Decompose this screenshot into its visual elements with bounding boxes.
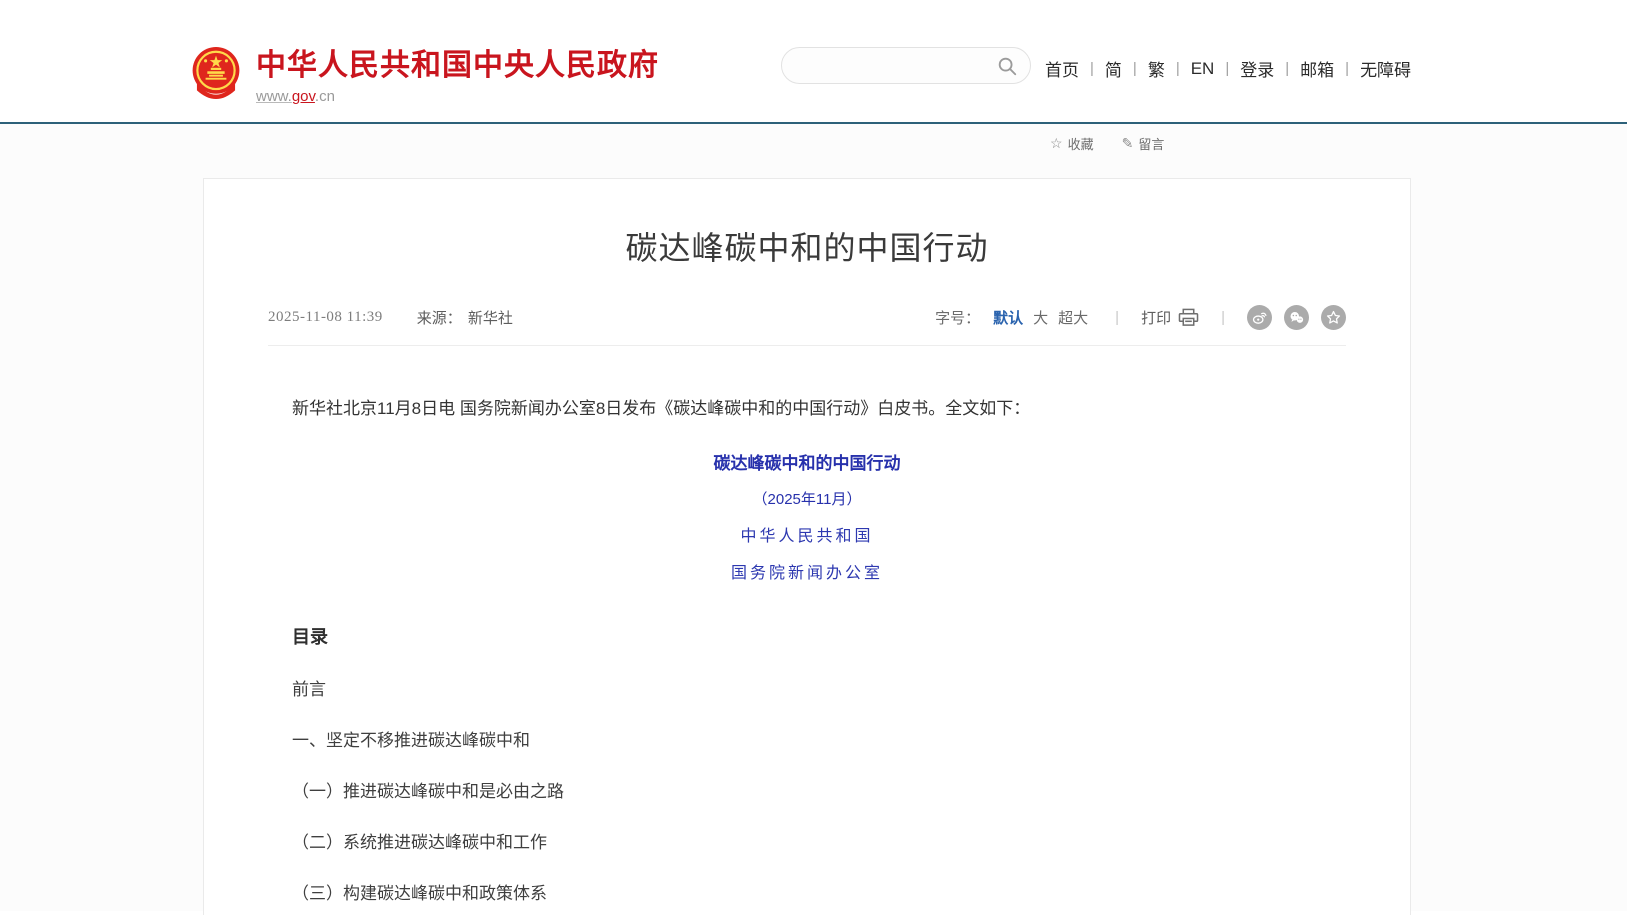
quick-links: ☆ 收藏 ✎ 留言 [1050, 134, 1164, 153]
nav-separator: | [1090, 60, 1094, 77]
toc-item-1: 一、坚定不移推进碳达峰碳中和 [292, 726, 1322, 751]
lead-paragraph: 新华社北京11月8日电 国务院新闻办公室8日发布《碳达峰碳中和的中国行动》白皮书… [292, 396, 1322, 422]
star-outline-icon: ☆ [1050, 135, 1063, 152]
nav-simplified[interactable]: 简 [1105, 56, 1122, 81]
favorite-label: 收藏 [1068, 134, 1094, 153]
meta-right: 字号： 默认 大 超大 | 打印 | [935, 305, 1346, 330]
comment-label: 留言 [1138, 134, 1164, 153]
article-meta-row: 2025-11-08 11:39 来源： 新华社 字号： 默认 大 超大 | 打… [268, 305, 1346, 346]
source-label: 来源： [417, 307, 462, 328]
document-date: （2025年11月） [292, 488, 1322, 509]
national-emblem-icon [190, 45, 242, 101]
publish-date: 2025-11-08 11:39 [268, 309, 383, 326]
meta-separator: | [1221, 309, 1225, 326]
top-nav: 首页 | 简 | 繁 | EN | 登录 | 邮箱 | 无障碍 [1045, 56, 1411, 81]
font-size-default[interactable]: 默认 [993, 307, 1023, 328]
font-size-xlarge[interactable]: 超大 [1058, 307, 1088, 328]
site-title: 中华人民共和国中央人民政府 [256, 40, 659, 84]
wechat-share-icon[interactable] [1284, 305, 1309, 330]
star-share-icon[interactable] [1321, 305, 1346, 330]
search-input[interactable] [771, 48, 996, 83]
share-group [1247, 305, 1346, 330]
article-container: 碳达峰碳中和的中国行动 2025-11-08 11:39 来源： 新华社 字号：… [203, 178, 1411, 915]
document-org-line2: 国务院新闻办公室 [292, 559, 1322, 583]
document-title: 碳达峰碳中和的中国行动 [292, 449, 1322, 474]
search-icon[interactable] [996, 55, 1018, 77]
toc-item-1-3: （三）构建碳达峰碳中和政策体系 [292, 879, 1322, 904]
search-box [781, 47, 1031, 84]
nav-mail[interactable]: 邮箱 [1300, 56, 1334, 81]
toc-item-1-1: （一）推进碳达峰碳中和是必由之路 [292, 777, 1322, 802]
nav-separator: | [1176, 60, 1180, 77]
nav-home[interactable]: 首页 [1045, 56, 1079, 81]
nav-english[interactable]: EN [1191, 59, 1215, 79]
nav-separator: | [1133, 60, 1137, 77]
font-size-large[interactable]: 大 [1033, 307, 1048, 328]
printer-icon [1178, 308, 1199, 327]
nav-accessibility[interactable]: 无障碍 [1360, 56, 1411, 81]
page-body: ☆ 收藏 ✎ 留言 碳达峰碳中和的中国行动 2025-11-08 11:39 来… [0, 124, 1627, 911]
favorite-button[interactable]: ☆ 收藏 [1050, 134, 1094, 153]
toc-heading: 目录 [292, 623, 1322, 649]
site-logo[interactable]: 中华人民共和国中央人民政府 www.gov.cn [190, 40, 659, 105]
nav-login[interactable]: 登录 [1240, 56, 1274, 81]
article-title: 碳达峰碳中和的中国行动 [204, 223, 1410, 269]
nav-separator: | [1285, 60, 1289, 77]
brand-text: 中华人民共和国中央人民政府 www.gov.cn [256, 40, 659, 105]
site-header: 中华人民共和国中央人民政府 www.gov.cn 首页 | 简 | 繁 | EN… [0, 0, 1627, 122]
comment-button[interactable]: ✎ 留言 [1122, 134, 1165, 153]
meta-left: 2025-11-08 11:39 来源： 新华社 [268, 307, 513, 328]
source-value[interactable]: 新华社 [468, 307, 513, 328]
pen-icon: ✎ [1122, 135, 1134, 152]
meta-separator: | [1115, 309, 1119, 326]
nav-separator: | [1345, 60, 1349, 77]
print-label: 打印 [1141, 307, 1171, 328]
nav-separator: | [1225, 60, 1229, 77]
article-body: 新华社北京11月8日电 国务院新闻办公室8日发布《碳达峰碳中和的中国行动》白皮书… [204, 396, 1410, 915]
site-url[interactable]: www.gov.cn [256, 88, 659, 105]
toc-item-1-2: （二）系统推进碳达峰碳中和工作 [292, 828, 1322, 853]
print-button[interactable]: 打印 [1141, 307, 1199, 328]
toc-item-preface: 前言 [292, 675, 1322, 700]
weibo-share-icon[interactable] [1247, 305, 1272, 330]
font-size-label: 字号： [935, 307, 980, 328]
document-org-line1: 中华人民共和国 [292, 522, 1322, 546]
nav-traditional[interactable]: 繁 [1148, 56, 1165, 81]
